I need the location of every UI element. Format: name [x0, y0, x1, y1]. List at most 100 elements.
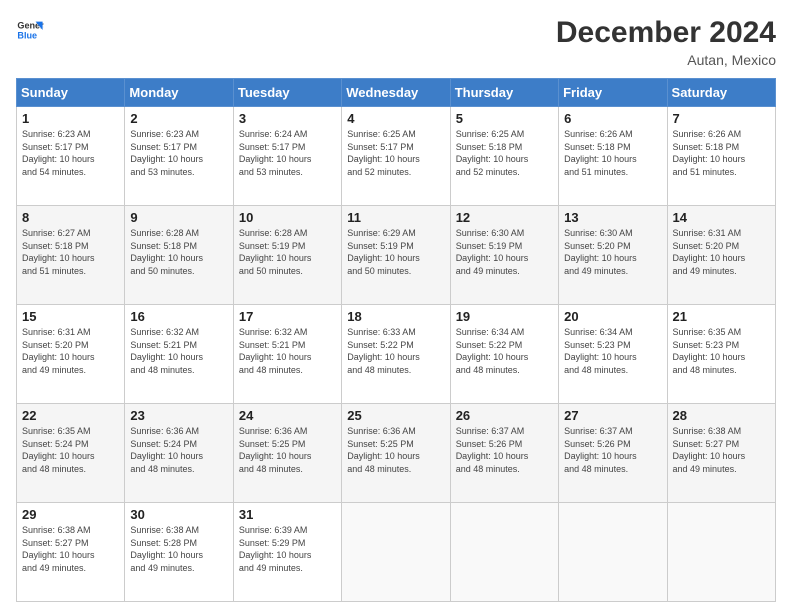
day-cell: 2 Sunrise: 6:23 AM Sunset: 5:17 PM Daylig…: [125, 107, 233, 206]
day-info: Sunrise: 6:33 AM Sunset: 5:22 PM Dayligh…: [347, 326, 444, 376]
header: General Blue December 2024 Autan, Mexico: [16, 16, 776, 68]
col-thursday: Thursday: [450, 79, 558, 107]
day-cell: 26 Sunrise: 6:37 AM Sunset: 5:26 PM Dayli…: [450, 404, 558, 503]
day-info: Sunrise: 6:32 AM Sunset: 5:21 PM Dayligh…: [239, 326, 336, 376]
day-number: 15: [22, 309, 119, 324]
day-cell: 3Sunrise: 6:24 AM Sunset: 5:17 PM Daylig…: [233, 107, 341, 206]
day-number: 12: [456, 210, 553, 225]
day-info: Sunrise: 6:25 AM Sunset: 5:18 PM Dayligh…: [456, 128, 553, 178]
day-info: Sunrise: 6:38 AM Sunset: 5:28 PM Dayligh…: [130, 524, 227, 574]
day-number: 22: [22, 408, 119, 423]
day-info: Sunrise: 6:31 AM Sunset: 5:20 PM Dayligh…: [22, 326, 119, 376]
day-number: 1: [22, 111, 119, 126]
day-number: 27: [564, 408, 661, 423]
col-wednesday: Wednesday: [342, 79, 450, 107]
day-cell: [342, 503, 450, 602]
day-info: Sunrise: 6:31 AM Sunset: 5:20 PM Dayligh…: [673, 227, 770, 277]
day-info: Sunrise: 6:36 AM Sunset: 5:25 PM Dayligh…: [347, 425, 444, 475]
header-row: Sunday Monday Tuesday Wednesday Thursday…: [17, 79, 776, 107]
day-number: 3: [239, 111, 336, 126]
day-cell: 17 Sunrise: 6:32 AM Sunset: 5:21 PM Dayli…: [233, 305, 341, 404]
day-info: Sunrise: 6:37 AM Sunset: 5:26 PM Dayligh…: [456, 425, 553, 475]
day-cell: 1 Sunrise: 6:23 AM Sunset: 5:17 PM Daylig…: [17, 107, 125, 206]
calendar-table: Sunday Monday Tuesday Wednesday Thursday…: [16, 78, 776, 602]
col-tuesday: Tuesday: [233, 79, 341, 107]
day-info: Sunrise: 6:23 AM Sunset: 5:17 PM Dayligh…: [22, 128, 119, 178]
week-row-2: 8Sunrise: 6:27 AM Sunset: 5:18 PM Daylig…: [17, 206, 776, 305]
col-friday: Friday: [559, 79, 667, 107]
day-info: Sunrise: 6:23 AM Sunset: 5:17 PM Dayligh…: [130, 128, 227, 178]
day-cell: 30 Sunrise: 6:38 AM Sunset: 5:28 PM Dayli…: [125, 503, 233, 602]
day-number: 7: [673, 111, 770, 126]
calendar-title: December 2024: [556, 16, 776, 50]
day-info: Sunrise: 6:26 AM Sunset: 5:18 PM Dayligh…: [673, 128, 770, 178]
day-number: 18: [347, 309, 444, 324]
day-info: Sunrise: 6:32 AM Sunset: 5:21 PM Dayligh…: [130, 326, 227, 376]
day-cell: 22 Sunrise: 6:35 AM Sunset: 5:24 PM Dayli…: [17, 404, 125, 503]
day-info: Sunrise: 6:36 AM Sunset: 5:25 PM Dayligh…: [239, 425, 336, 475]
day-info: Sunrise: 6:38 AM Sunset: 5:27 PM Dayligh…: [22, 524, 119, 574]
day-cell: 15 Sunrise: 6:31 AM Sunset: 5:20 PM Dayli…: [17, 305, 125, 404]
week-row-3: 15 Sunrise: 6:31 AM Sunset: 5:20 PM Dayli…: [17, 305, 776, 404]
calendar-subtitle: Autan, Mexico: [556, 52, 776, 68]
day-info: Sunrise: 6:39 AM Sunset: 5:29 PM Dayligh…: [239, 524, 336, 574]
logo: General Blue: [16, 16, 44, 44]
col-saturday: Saturday: [667, 79, 775, 107]
week-row-5: 29 Sunrise: 6:38 AM Sunset: 5:27 PM Dayli…: [17, 503, 776, 602]
day-number: 19: [456, 309, 553, 324]
day-info: Sunrise: 6:36 AM Sunset: 5:24 PM Dayligh…: [130, 425, 227, 475]
day-info: Sunrise: 6:34 AM Sunset: 5:22 PM Dayligh…: [456, 326, 553, 376]
day-cell: [450, 503, 558, 602]
day-cell: 24 Sunrise: 6:36 AM Sunset: 5:25 PM Dayli…: [233, 404, 341, 503]
day-number: 28: [673, 408, 770, 423]
day-info: Sunrise: 6:38 AM Sunset: 5:27 PM Dayligh…: [673, 425, 770, 475]
day-number: 16: [130, 309, 227, 324]
week-row-4: 22 Sunrise: 6:35 AM Sunset: 5:24 PM Dayli…: [17, 404, 776, 503]
day-number: 14: [673, 210, 770, 225]
day-cell: 10 Sunrise: 6:28 AM Sunset: 5:19 PM Dayli…: [233, 206, 341, 305]
day-cell: 31Sunrise: 6:39 AM Sunset: 5:29 PM Dayli…: [233, 503, 341, 602]
day-number: 5: [456, 111, 553, 126]
day-cell: 27 Sunrise: 6:37 AM Sunset: 5:26 PM Dayli…: [559, 404, 667, 503]
day-info: Sunrise: 6:28 AM Sunset: 5:19 PM Dayligh…: [239, 227, 336, 277]
day-info: Sunrise: 6:29 AM Sunset: 5:19 PM Dayligh…: [347, 227, 444, 277]
day-cell: 9Sunrise: 6:28 AM Sunset: 5:18 PM Daylig…: [125, 206, 233, 305]
day-cell: 18 Sunrise: 6:33 AM Sunset: 5:22 PM Dayli…: [342, 305, 450, 404]
day-cell: 29 Sunrise: 6:38 AM Sunset: 5:27 PM Dayli…: [17, 503, 125, 602]
day-cell: 8Sunrise: 6:27 AM Sunset: 5:18 PM Daylig…: [17, 206, 125, 305]
day-cell: 19 Sunrise: 6:34 AM Sunset: 5:22 PM Dayli…: [450, 305, 558, 404]
day-number: 10: [239, 210, 336, 225]
day-cell: 12 Sunrise: 6:30 AM Sunset: 5:19 PM Dayli…: [450, 206, 558, 305]
day-cell: 7 Sunrise: 6:26 AM Sunset: 5:18 PM Daylig…: [667, 107, 775, 206]
day-cell: 25 Sunrise: 6:36 AM Sunset: 5:25 PM Dayli…: [342, 404, 450, 503]
day-number: 24: [239, 408, 336, 423]
day-cell: 28 Sunrise: 6:38 AM Sunset: 5:27 PM Dayli…: [667, 404, 775, 503]
day-number: 26: [456, 408, 553, 423]
day-number: 25: [347, 408, 444, 423]
day-info: Sunrise: 6:34 AM Sunset: 5:23 PM Dayligh…: [564, 326, 661, 376]
title-block: December 2024 Autan, Mexico: [556, 16, 776, 68]
day-info: Sunrise: 6:30 AM Sunset: 5:20 PM Dayligh…: [564, 227, 661, 277]
calendar-page: General Blue December 2024 Autan, Mexico…: [0, 0, 792, 612]
day-number: 6: [564, 111, 661, 126]
day-info: Sunrise: 6:30 AM Sunset: 5:19 PM Dayligh…: [456, 227, 553, 277]
day-cell: 23Sunrise: 6:36 AM Sunset: 5:24 PM Dayli…: [125, 404, 233, 503]
day-info: Sunrise: 6:35 AM Sunset: 5:23 PM Dayligh…: [673, 326, 770, 376]
day-info: Sunrise: 6:26 AM Sunset: 5:18 PM Dayligh…: [564, 128, 661, 178]
day-cell: 13Sunrise: 6:30 AM Sunset: 5:20 PM Dayli…: [559, 206, 667, 305]
day-number: 17: [239, 309, 336, 324]
day-info: Sunrise: 6:27 AM Sunset: 5:18 PM Dayligh…: [22, 227, 119, 277]
day-number: 21: [673, 309, 770, 324]
day-number: 2: [130, 111, 227, 126]
day-number: 9: [130, 210, 227, 225]
day-cell: 5 Sunrise: 6:25 AM Sunset: 5:18 PM Daylig…: [450, 107, 558, 206]
day-info: Sunrise: 6:37 AM Sunset: 5:26 PM Dayligh…: [564, 425, 661, 475]
day-cell: 20 Sunrise: 6:34 AM Sunset: 5:23 PM Dayli…: [559, 305, 667, 404]
day-info: Sunrise: 6:35 AM Sunset: 5:24 PM Dayligh…: [22, 425, 119, 475]
day-number: 30: [130, 507, 227, 522]
day-cell: [667, 503, 775, 602]
day-cell: 14 Sunrise: 6:31 AM Sunset: 5:20 PM Dayli…: [667, 206, 775, 305]
col-sunday: Sunday: [17, 79, 125, 107]
day-number: 20: [564, 309, 661, 324]
day-number: 29: [22, 507, 119, 522]
